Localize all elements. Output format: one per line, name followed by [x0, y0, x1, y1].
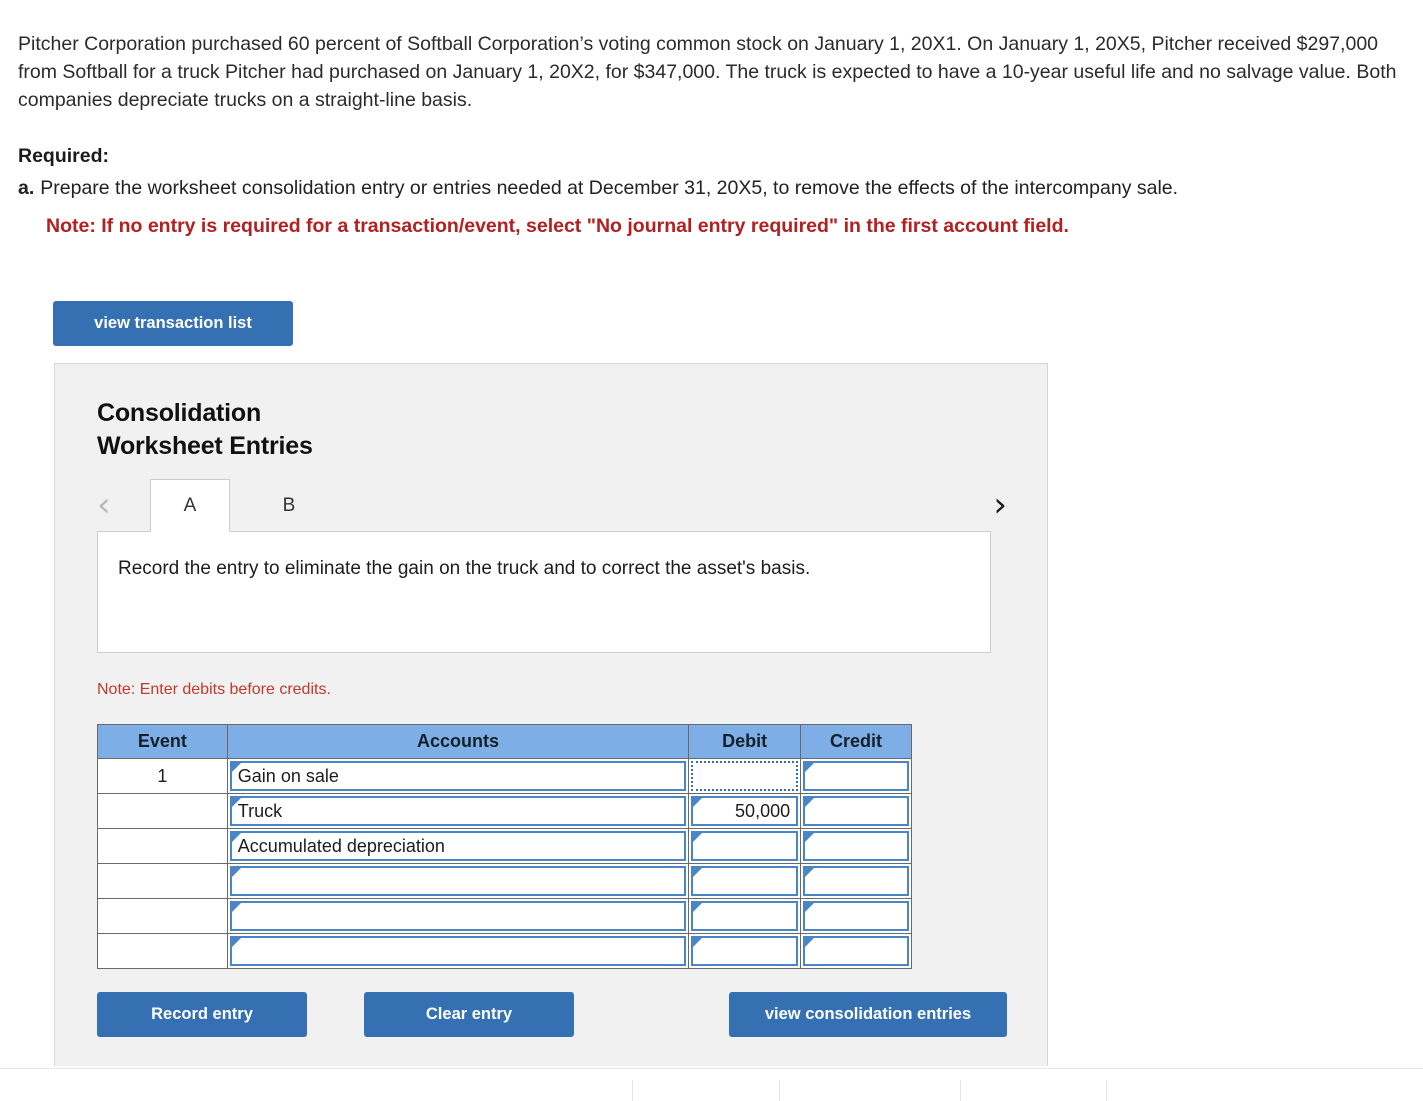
required-item-letter: a. [18, 177, 35, 199]
footer-column-divider [1106, 1080, 1107, 1101]
tab-a[interactable]: A [150, 479, 230, 532]
dropdown-marker-icon [805, 798, 815, 807]
footer-column-divider [779, 1080, 780, 1101]
table-row: 1 Gain on sale [97, 758, 912, 794]
next-tab-icon[interactable]: › [993, 485, 1007, 525]
footer-divider [0, 1068, 1423, 1069]
consolidation-worksheet-panel: Consolidation Worksheet Entries ‹ A B › … [54, 363, 1048, 1066]
table-header-row: Event Accounts Debit Credit [97, 724, 912, 759]
cell-debit[interactable]: 50,000 [688, 793, 802, 829]
cell-account[interactable] [226, 863, 690, 899]
clear-entry-button[interactable]: Clear entry [364, 992, 574, 1037]
instruction-text: Record the entry to eliminate the gain o… [118, 558, 811, 579]
problem-statement: Pitcher Corporation purchased 60 percent… [18, 33, 1397, 111]
cell-event [97, 863, 228, 899]
table-row: Truck 50,000 [97, 793, 912, 829]
dropdown-marker-icon [805, 833, 815, 842]
dropdown-marker-icon [805, 763, 815, 772]
dropdown-marker-icon [693, 868, 703, 877]
instruction-box: Record the entry to eliminate the gain o… [97, 531, 991, 653]
column-header-event: Event [97, 724, 228, 759]
dropdown-marker-icon [693, 903, 703, 912]
cell-debit[interactable] [688, 898, 802, 934]
cell-credit[interactable] [800, 758, 912, 794]
panel-title-line1: Consolidation [97, 399, 262, 427]
cell-event: 1 [97, 758, 228, 794]
dropdown-marker-icon [231, 868, 241, 877]
column-header-debit: Debit [688, 724, 802, 759]
cell-debit[interactable] [688, 828, 802, 864]
dropdown-marker-icon [231, 903, 241, 912]
previous-tab-icon[interactable]: ‹ [97, 485, 111, 525]
tab-strip: ‹ A B › [97, 479, 1007, 532]
tab-b-label: B [282, 494, 296, 516]
table-row [97, 898, 912, 934]
footer-column-divider [960, 1080, 961, 1101]
required-note: Note: If no entry is required for a tran… [46, 215, 1069, 237]
cell-event [97, 933, 228, 969]
cell-account[interactable] [226, 933, 690, 969]
table-row: Accumulated depreciation [97, 828, 912, 864]
panel-title: Consolidation Worksheet Entries [97, 397, 313, 463]
table-row [97, 863, 912, 899]
note-enter-debits-before-credits: Note: Enter debits before credits. [97, 681, 331, 698]
cell-debit[interactable] [688, 933, 802, 969]
required-title: Required: [18, 145, 110, 167]
table-row [97, 933, 912, 969]
required-item-text: Prepare the worksheet consolidation entr… [40, 177, 1179, 199]
required-item-a: a. Prepare the worksheet consolidation e… [18, 174, 1408, 202]
dropdown-marker-icon [231, 798, 241, 807]
panel-title-line2: Worksheet Entries [97, 432, 313, 460]
dropdown-marker-icon [805, 938, 815, 947]
footer-partial-table [0, 1080, 1423, 1101]
footer-column-divider [632, 1080, 633, 1101]
tab-a-label: A [183, 494, 197, 516]
column-header-credit: Credit [800, 724, 912, 759]
account-value: Gain on sale [237, 765, 339, 786]
column-header-accounts: Accounts [226, 724, 690, 759]
dropdown-marker-icon [231, 763, 241, 772]
cell-debit[interactable] [688, 758, 802, 794]
dropdown-marker-icon [693, 798, 703, 807]
cell-credit[interactable] [800, 898, 912, 934]
cell-event [97, 793, 228, 829]
cell-account[interactable]: Accumulated depreciation [226, 828, 690, 864]
journal-entry-table: Event Accounts Debit Credit 1 Gain on sal… [97, 724, 912, 969]
dropdown-marker-icon [693, 833, 703, 842]
cell-credit[interactable] [800, 863, 912, 899]
record-entry-button[interactable]: Record entry [97, 992, 307, 1037]
cell-account[interactable]: Truck [226, 793, 690, 829]
cell-account[interactable] [226, 898, 690, 934]
cell-credit[interactable] [800, 828, 912, 864]
cell-event [97, 898, 228, 934]
tab-b[interactable]: B [249, 479, 329, 532]
cell-account[interactable]: Gain on sale [226, 758, 690, 794]
cell-credit[interactable] [800, 793, 912, 829]
dropdown-marker-icon [231, 833, 241, 842]
dropdown-marker-icon [693, 938, 703, 947]
journal-table-body: 1 Gain on sale Truck 50,000 Accumulated depr… [97, 758, 912, 969]
dropdown-marker-icon [805, 868, 815, 877]
cell-event [97, 828, 228, 864]
cell-credit[interactable] [800, 933, 912, 969]
dropdown-marker-icon [231, 938, 241, 947]
view-consolidation-entries-button[interactable]: view consolidation entries [729, 992, 1007, 1037]
dropdown-marker-icon [805, 903, 815, 912]
view-transaction-list-button[interactable]: view transaction list [53, 301, 293, 346]
page-root: Pitcher Corporation purchased 60 percent… [0, 0, 1423, 1101]
cell-debit[interactable] [688, 863, 802, 899]
account-value: Accumulated depreciation [237, 835, 445, 856]
debit-value: 50,000 [735, 800, 791, 821]
required-block: Required: a. Prepare the worksheet conso… [18, 142, 1408, 240]
